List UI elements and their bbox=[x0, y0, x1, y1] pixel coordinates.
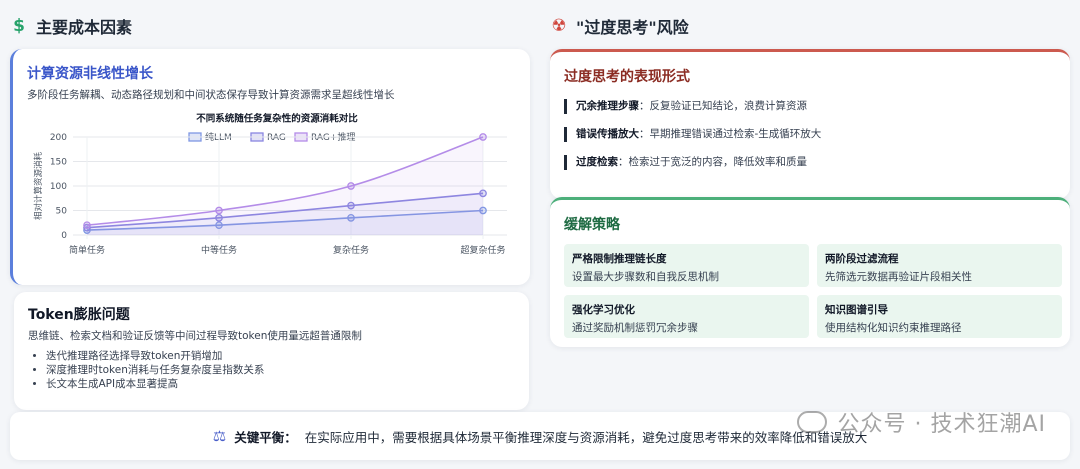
compute-growth-card: 计算资源非线性增长 多阶段任务解耦、动态路径规划和中间状态保存导致计算资源需求呈… bbox=[10, 49, 530, 285]
resource-chart: 不同系统随任务复杂性的资源消耗对比 纯LLM RAG RAG+推理 0 50 100 150 2… bbox=[27, 109, 527, 284]
resource-chart-svg: 不同系统随任务复杂性的资源消耗对比纯LLM RAG RAG+推理0501001502… bbox=[33, 112, 507, 256]
mitigation-box-kg: 知识图谱引导 使用结构化知识约束推理路径 bbox=[817, 295, 1062, 338]
watermark: 公众号 · 技术狂潮AI bbox=[797, 406, 1046, 438]
risk-item-error-propagation: 错误传播放大：早期推理错误通过检索-生成循环放大 bbox=[564, 127, 1056, 142]
left-column: $ 主要成本因素 计算资源非线性增长 多阶段任务解耦、动态路径规划和中间状态保存… bbox=[10, 12, 530, 410]
data-point bbox=[347, 182, 355, 190]
key-balance-text: 在实际应用中，需要根据具体场景平衡推理深度与资源消耗，避免过度思考带来的效率降低… bbox=[304, 429, 868, 445]
mitigation-box-desc: 通过奖励机制惩罚冗余步骤 bbox=[572, 322, 698, 334]
mitigation-card: 缓解策略 严格限制推理链长度 设置最大步骤数和自我反思机制 两阶段过滤流程 先筛… bbox=[550, 197, 1070, 347]
y-tick-label: 50 bbox=[56, 207, 68, 217]
risk-item-label: 冗余推理步骤 bbox=[576, 100, 639, 112]
y-tick-label: 100 bbox=[50, 182, 67, 192]
dollar-icon: $ bbox=[13, 16, 25, 36]
y-tick-label: 150 bbox=[50, 158, 67, 168]
risk-item-over-retrieval: 过度检索：检索过于宽泛的内容，降低效率和质量 bbox=[564, 155, 1056, 170]
risk-item-redundant: 冗余推理步骤：反复验证已知结论，浪费计算资源 bbox=[564, 99, 1056, 114]
data-point bbox=[215, 206, 223, 215]
mitigation-box-rl: 强化学习优化 通过奖励机制惩罚冗余步骤 bbox=[564, 295, 809, 338]
risk-item-text: 反复验证已知结论，浪费计算资源 bbox=[649, 100, 808, 112]
token-card-subtitle: 思维链、检索文档和验证反馈等中间过程导致token使用量远超普通限制 bbox=[28, 330, 362, 342]
compute-card-subtitle: 多阶段任务解耦、动态路径规划和中间状态保存导致计算资源需求呈超线性增长 bbox=[27, 89, 395, 101]
mitigation-box-title: 强化学习优化 bbox=[572, 304, 635, 316]
risk-item-label: 错误传播放大 bbox=[576, 128, 639, 140]
risk-item-label: 过度检索 bbox=[576, 156, 618, 168]
risk-item-text: 检索过于宽泛的内容，降低效率和质量 bbox=[628, 156, 808, 168]
overthinking-heading: ☢ "过度思考"风险 bbox=[550, 12, 1070, 40]
mitigation-box-title: 知识图谱引导 bbox=[825, 304, 888, 316]
x-tick-label: 简单任务 bbox=[69, 244, 105, 256]
token-inflation-card: Token膨胀问题 思维链、检索文档和验证反馈等中间过程导致token使用量远超… bbox=[14, 292, 529, 410]
token-bullet: 长文本生成API成本显著提高 bbox=[46, 377, 515, 391]
key-balance-label: 关键平衡： bbox=[234, 429, 297, 445]
radiation-icon: ☢ bbox=[551, 16, 567, 36]
mitigation-grid: 严格限制推理链长度 设置最大步骤数和自我反思机制 两阶段过滤流程 先筛选元数据再… bbox=[564, 244, 1062, 338]
x-tick-label: 中等任务 bbox=[201, 244, 237, 256]
wechat-icon bbox=[797, 411, 828, 433]
watermark-text: 公众号 · 技术狂潮AI bbox=[837, 412, 1046, 437]
x-tick-label: 超复杂任务 bbox=[460, 244, 505, 256]
cost-factors-heading-text: 主要成本因素 bbox=[36, 18, 133, 37]
mitigation-box-two-stage: 两阶段过滤流程 先筛选元数据再验证片段相关性 bbox=[817, 244, 1062, 287]
mitigation-box-title: 两阶段过滤流程 bbox=[825, 253, 899, 265]
token-bullet: 迭代推理路径选择导致token开销增加 bbox=[46, 349, 515, 363]
mitigation-box-title: 严格限制推理链长度 bbox=[572, 253, 667, 265]
risk-card-title: 过度思考的表现形式 bbox=[564, 69, 690, 85]
mitigation-box-limit-chain: 严格限制推理链长度 设置最大步骤数和自我反思机制 bbox=[564, 244, 809, 287]
risk-item-sep: ： bbox=[618, 156, 629, 168]
token-bullet: 深度推理时token消耗与任务复杂度呈指数关系 bbox=[46, 363, 515, 377]
y-axis-label: 相对计算资源消耗 bbox=[33, 152, 44, 221]
y-tick-label: 0 bbox=[61, 231, 67, 241]
mitigation-box-desc: 先筛选元数据再验证片段相关性 bbox=[825, 271, 972, 283]
mitigation-box-desc: 使用结构化知识约束推理路径 bbox=[825, 322, 962, 334]
chart-title: 不同系统随任务复杂性的资源消耗对比 bbox=[196, 112, 358, 124]
overthinking-forms-card: 过度思考的表现形式 冗余推理步骤：反复验证已知结论，浪费计算资源 错误传播放大：… bbox=[550, 49, 1070, 199]
mitigation-box-desc: 设置最大步骤数和自我反思机制 bbox=[572, 271, 719, 283]
token-bullet-list: 迭代推理路径选择导致token开销增加 深度推理时token消耗与任务复杂度呈指… bbox=[28, 349, 515, 391]
token-card-title: Token膨胀问题 bbox=[28, 307, 130, 323]
y-tick-label: 200 bbox=[50, 133, 67, 143]
risk-item-sep: ： bbox=[639, 128, 650, 140]
data-point bbox=[83, 221, 91, 230]
data-point bbox=[479, 133, 487, 141]
overthinking-heading-text: "过度思考"风险 bbox=[576, 18, 689, 37]
compute-card-title: 计算资源非线性增长 bbox=[27, 66, 153, 82]
cost-factors-heading: $ 主要成本因素 bbox=[10, 12, 530, 40]
mitigation-card-title: 缓解策略 bbox=[564, 217, 620, 233]
right-column: ☢ "过度思考"风险 过度思考的表现形式 冗余推理步骤：反复验证已知结论，浪费计… bbox=[550, 12, 1070, 347]
x-tick-label: 复杂任务 bbox=[333, 244, 369, 256]
risk-item-sep: ： bbox=[639, 100, 650, 112]
balance-scale-icon: ⚖ bbox=[212, 427, 227, 445]
legend-label: RAG bbox=[267, 133, 286, 143]
risk-item-text: 早期推理错误通过检索-生成循环放大 bbox=[649, 128, 822, 140]
